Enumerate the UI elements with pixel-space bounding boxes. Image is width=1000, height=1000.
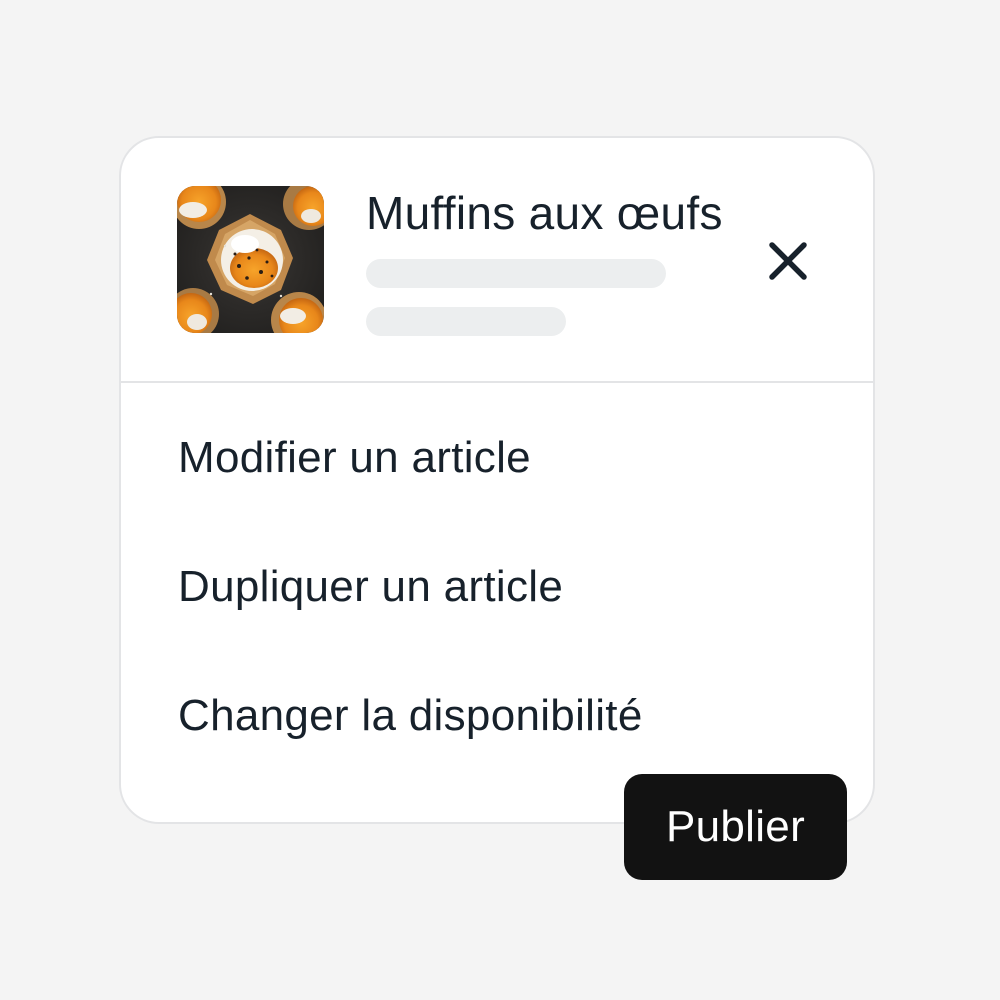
menu-item-duplicate-article[interactable]: Dupliquer un article	[178, 562, 563, 612]
item-actions-card: Muffins aux œufs Modifier un article Dup…	[119, 136, 875, 824]
placeholder-line-primary	[366, 259, 666, 288]
placeholder-line-secondary	[366, 307, 566, 336]
card-header: Muffins aux œufs	[121, 138, 873, 383]
egg-muffin-photo	[177, 186, 324, 333]
menu-item-change-availability[interactable]: Changer la disponibilité	[178, 691, 643, 741]
stage: Muffins aux œufs Modifier un article Dup…	[0, 0, 1000, 1000]
close-icon	[769, 242, 807, 280]
product-title: Muffins aux œufs	[366, 187, 723, 239]
menu-item-edit-article[interactable]: Modifier un article	[178, 433, 531, 483]
product-thumbnail	[177, 186, 324, 333]
publish-button[interactable]: Publier	[624, 774, 847, 880]
close-button[interactable]	[765, 238, 811, 284]
